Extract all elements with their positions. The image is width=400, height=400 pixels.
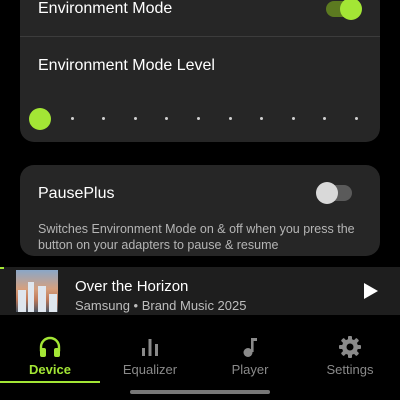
playback-progress (0, 267, 4, 269)
headphones-icon (39, 336, 61, 357)
art-building (18, 290, 26, 312)
play-icon[interactable] (360, 281, 380, 301)
nav-item-equalizer[interactable]: Equalizer (100, 325, 200, 385)
nav-label: Device (29, 362, 71, 377)
environment-mode-level-slider[interactable] (29, 107, 358, 131)
slider-step-dot (133, 117, 137, 120)
environment-mode-toggle[interactable] (326, 0, 362, 20)
slider-step-dot (197, 117, 200, 120)
environment-mode-level-title: Environment Mode Level (38, 57, 215, 74)
nav-label: Equalizer (122, 362, 178, 377)
pauseplus-toggle[interactable] (316, 182, 352, 204)
nav-label: Player (231, 362, 269, 377)
nav-item-player[interactable]: Player (200, 325, 300, 385)
slider-step-dot (228, 117, 232, 120)
active-tab-indicator (0, 381, 100, 383)
divider (20, 36, 380, 37)
pauseplus-title: PausePlus (38, 185, 115, 202)
gesture-navigation-bar[interactable] (130, 390, 270, 394)
bottom-navigation: Device Equalizer Player Settings (0, 325, 400, 385)
track-subtitle: Samsung • Brand Music 2025 (75, 298, 247, 313)
art-building (28, 282, 34, 312)
slider-step-dot (355, 117, 358, 120)
nav-label: Settings (326, 362, 374, 377)
mini-player[interactable]: Over the Horizon Samsung • Brand Music 2… (0, 267, 400, 315)
nav-item-settings[interactable]: Settings (300, 325, 400, 385)
slider-thumb[interactable] (29, 108, 51, 130)
art-building (49, 294, 57, 312)
music-note-icon (243, 338, 257, 357)
slider-step-dot (70, 117, 74, 120)
environment-mode-title: Environment Mode (38, 0, 173, 17)
gear-icon (339, 336, 361, 358)
toggle-knob (316, 182, 338, 204)
pauseplus-description: Switches Environment Mode on & off when … (38, 222, 355, 252)
slider-step-dot (291, 117, 295, 120)
album-art-cityscape[interactable] (16, 270, 58, 312)
environment-mode-card: Environment Mode Environment Mode Level (20, 0, 380, 142)
track-title: Over the Horizon (75, 278, 189, 295)
toggle-knob (340, 0, 362, 20)
art-building (38, 286, 46, 312)
equalizer-icon (142, 339, 158, 356)
nav-item-device[interactable]: Device (0, 325, 100, 385)
pauseplus-card: PausePlus Switches Environment Mode on &… (20, 165, 380, 256)
